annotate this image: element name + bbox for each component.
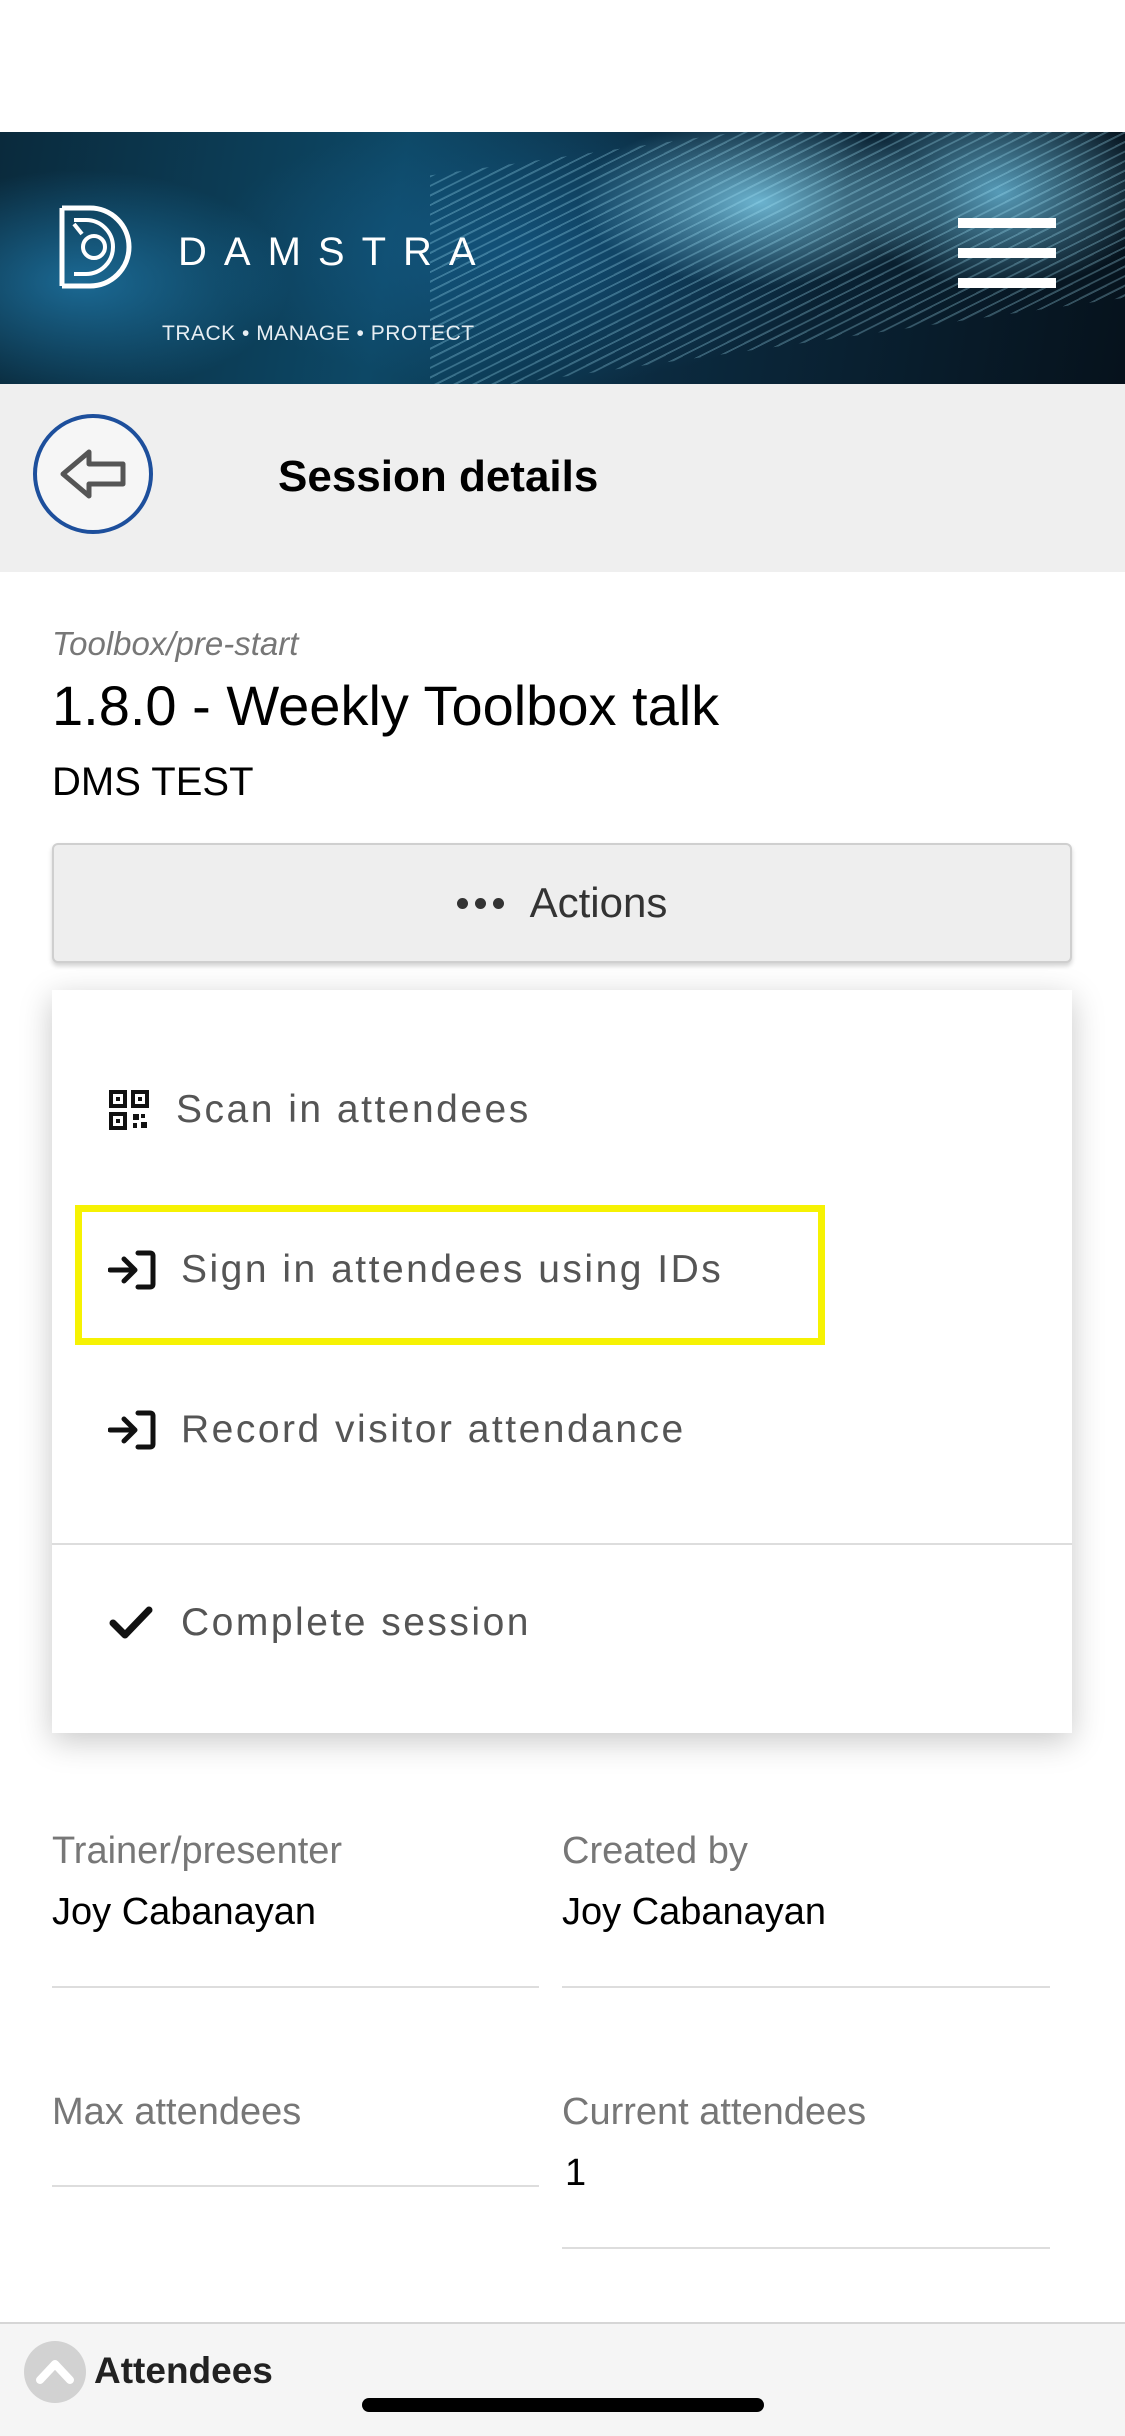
session-organization: DMS TEST: [52, 760, 254, 804]
expand-panel-button[interactable]: [24, 2341, 86, 2403]
more-dots-icon: [456, 897, 504, 909]
page-header: Session details: [0, 384, 1125, 572]
current-attendees-label: Current attendees: [562, 2091, 867, 2133]
brand-tagline: TRACK • MANAGE • PROTECT: [162, 322, 475, 345]
attendees-panel[interactable]: Attendees: [0, 2322, 1125, 2436]
back-arrow-icon: [60, 449, 126, 499]
created-by-value: Joy Cabanayan: [562, 1891, 827, 1933]
brand-banner: DAMSTRA TRACK • MANAGE • PROTECT: [0, 132, 1125, 384]
brand-name: DAMSTRA: [178, 230, 493, 274]
actions-label: Actions: [529, 879, 668, 926]
checkmark-icon: [109, 1606, 153, 1639]
field-divider: [562, 1986, 1050, 1988]
home-indicator: [362, 2398, 764, 2412]
highlight-box: [75, 1205, 825, 1345]
menu-item-label: Record visitor attendance: [181, 1408, 686, 1451]
field-divider: [52, 2185, 539, 2187]
field-divider: [52, 1986, 539, 1988]
menu-item-label: Complete session: [181, 1601, 531, 1644]
menu-divider: [52, 1543, 1072, 1545]
current-attendees-value: 1: [565, 2152, 587, 2194]
trainer-value: Joy Cabanayan: [52, 1891, 317, 1933]
created-by-label: Created by: [562, 1830, 748, 1872]
menu-item-scan-in-attendees[interactable]: Scan in attendees: [52, 1060, 1072, 1160]
chevron-up-icon: [36, 2360, 74, 2384]
actions-dropdown-menu: Scan in attendees Sign in attendees usin…: [52, 990, 1072, 1733]
qr-code-icon: [109, 1090, 149, 1130]
sign-in-icon: [108, 1410, 156, 1450]
menu-item-label: Scan in attendees: [176, 1088, 531, 1131]
page-title: Session details: [278, 452, 599, 501]
max-attendees-label: Max attendees: [52, 2091, 302, 2133]
session-title: 1.8.0 - Weekly Toolbox talk: [52, 674, 720, 737]
menu-item-complete-session[interactable]: Complete session: [52, 1573, 1072, 1673]
attendees-panel-title: Attendees: [94, 2350, 273, 2391]
field-divider: [562, 2247, 1050, 2249]
hamburger-menu-icon[interactable]: [958, 218, 1056, 290]
trainer-label: Trainer/presenter: [52, 1830, 343, 1872]
menu-item-record-visitor-attendance[interactable]: Record visitor attendance: [52, 1380, 1072, 1480]
back-button[interactable]: [33, 414, 153, 534]
status-bar: [0, 0, 1125, 132]
damstra-logo-icon: [59, 205, 132, 289]
session-category: Toolbox/pre-start: [52, 625, 299, 662]
actions-button[interactable]: Actions: [52, 843, 1072, 963]
